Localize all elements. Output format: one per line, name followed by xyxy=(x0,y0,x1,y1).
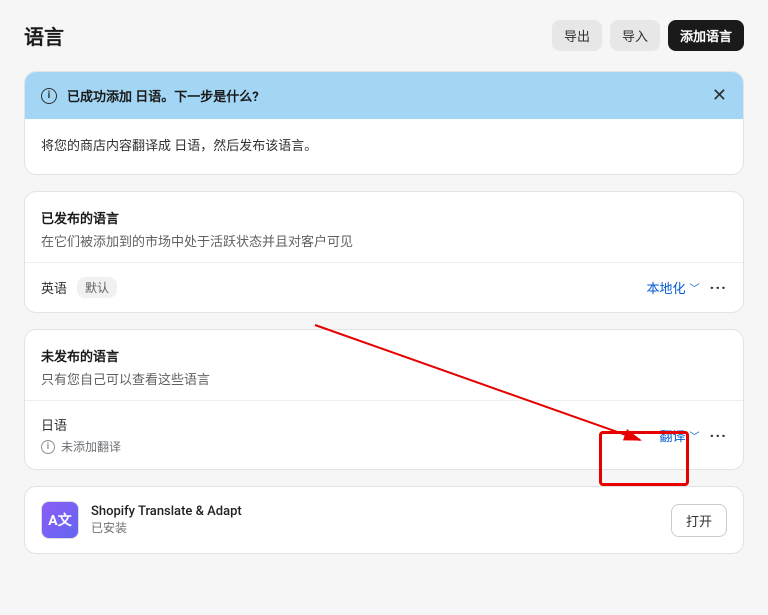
translate-action[interactable]: 翻译 ﹀ xyxy=(660,426,700,445)
page-title: 语言 xyxy=(24,21,64,50)
info-icon: i xyxy=(41,440,55,454)
localize-action[interactable]: 本地化 ﹀ xyxy=(647,278,700,297)
page-header: 语言 导出 导入 添加语言 xyxy=(24,20,744,51)
published-title: 已发布的语言 xyxy=(41,208,727,227)
language-row: 日语 i 未添加翻译 翻译 ﹀ ··· xyxy=(25,400,743,469)
unpublished-languages-card: 未发布的语言 只有您自己可以查看这些语言 日语 i 未添加翻译 翻译 ﹀ ··· xyxy=(24,329,744,470)
app-icon: A文 xyxy=(41,501,79,539)
unpublished-title: 未发布的语言 xyxy=(41,346,727,365)
app-name: Shopify Translate & Adapt xyxy=(91,504,242,519)
success-banner: i 已成功添加 日语。下一步是什么? ✕ 将您的商店内容翻译成 日语，然后发布该… xyxy=(24,71,744,175)
language-name: 日语 xyxy=(41,415,121,434)
app-status: 已安装 xyxy=(91,519,242,536)
more-actions-icon[interactable]: ··· xyxy=(710,278,727,297)
banner-title: 已成功添加 日语。下一步是什么? xyxy=(67,86,259,105)
info-icon: i xyxy=(41,88,57,104)
chevron-down-icon: ﹀ xyxy=(690,428,700,443)
header-actions: 导出 导入 添加语言 xyxy=(552,20,744,51)
export-button[interactable]: 导出 xyxy=(552,20,602,51)
open-app-button[interactable]: 打开 xyxy=(671,504,727,537)
localize-label: 本地化 xyxy=(647,278,686,297)
close-icon[interactable]: ✕ xyxy=(712,87,727,105)
published-languages-card: 已发布的语言 在它们被添加到的市场中处于活跃状态并且对客户可见 英语 默认 本地… xyxy=(24,191,744,313)
import-button[interactable]: 导入 xyxy=(610,20,660,51)
app-card: A文 Shopify Translate & Adapt 已安装 打开 xyxy=(24,486,744,554)
banner-header: i 已成功添加 日语。下一步是什么? ✕ xyxy=(25,72,743,119)
default-badge: 默认 xyxy=(77,277,117,298)
more-actions-icon[interactable]: ··· xyxy=(710,426,727,445)
language-name: 英语 xyxy=(41,278,67,297)
published-desc: 在它们被添加到的市场中处于活跃状态并且对客户可见 xyxy=(41,231,727,250)
add-language-button[interactable]: 添加语言 xyxy=(668,20,744,51)
translation-status: 未添加翻译 xyxy=(61,438,121,455)
banner-body: 将您的商店内容翻译成 日语，然后发布该语言。 xyxy=(25,119,743,174)
chevron-down-icon: ﹀ xyxy=(690,280,700,295)
language-row: 英语 默认 本地化 ﹀ ··· xyxy=(25,262,743,312)
unpublished-desc: 只有您自己可以查看这些语言 xyxy=(41,369,727,388)
translate-label: 翻译 xyxy=(660,426,686,445)
